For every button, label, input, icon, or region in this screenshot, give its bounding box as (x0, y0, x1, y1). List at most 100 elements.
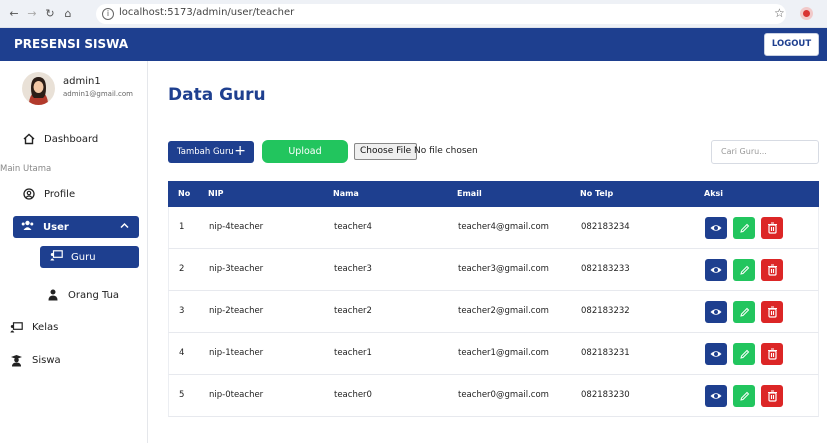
person-icon (46, 289, 59, 302)
trash-icon (767, 222, 777, 234)
view-button[interactable] (705, 301, 727, 323)
cell-email: teacher4@gmail.com (458, 222, 549, 232)
add-teacher-label: Tambah Guru (177, 147, 234, 157)
app-header: PRESENSI SISWA LOGOUT (0, 28, 827, 61)
sidebar-item-label: Profile (44, 188, 76, 200)
home-icon (22, 133, 35, 146)
pencil-icon (739, 265, 749, 275)
column-header-telp: No Telp (580, 189, 614, 198)
browser-toolbar: ← → ↻ ⌂ i localhost:5173/admin/user/teac… (0, 0, 827, 28)
brand-title: PRESENSI SISWA (14, 37, 129, 51)
cell-email: teacher0@gmail.com (458, 390, 549, 400)
view-button[interactable] (705, 343, 727, 365)
table-row: 4 nip-1teacher teacher1 teacher1@gmail.c… (168, 333, 819, 375)
section-label: Main Utama (0, 164, 52, 174)
choose-file-button[interactable]: Choose File (354, 143, 418, 160)
sidebar-item-label: Dashboard (44, 133, 99, 145)
delete-button[interactable] (761, 217, 783, 239)
column-header-email: Email (457, 189, 482, 198)
trash-icon (767, 264, 777, 276)
cell-nip: nip-0teacher (209, 390, 264, 400)
logout-button[interactable]: LOGOUT (764, 33, 819, 56)
user-circle-icon (22, 188, 35, 201)
pencil-icon (739, 307, 749, 317)
page-title: Data Guru (168, 85, 266, 105)
cell-nama: teacher4 (334, 222, 372, 232)
edit-button[interactable] (733, 301, 755, 323)
home-icon[interactable]: ⌂ (60, 6, 76, 22)
url-text[interactable]: localhost:5173/admin/user/teacher (119, 7, 294, 18)
eye-icon (710, 393, 722, 399)
table-header: No NIP Nama Email No Telp Aksi (168, 181, 819, 207)
back-icon[interactable]: ← (6, 6, 22, 22)
sidebar: admin1 admin1@gmail.com Dashboard Main U… (0, 61, 148, 443)
edit-button[interactable] (733, 217, 755, 239)
chevron-up-icon[interactable] (120, 221, 129, 233)
sidebar-item-label: Kelas (32, 321, 59, 333)
cell-telp: 082183230 (581, 390, 630, 400)
column-header-no: No (178, 189, 191, 198)
delete-button[interactable] (761, 385, 783, 407)
sidebar-item-profile[interactable]: Profile (22, 183, 75, 205)
table-body: 1 nip-4teacher teacher4 teacher4@gmail.c… (168, 207, 819, 417)
sidebar-item-orang-tua[interactable]: Orang Tua (46, 284, 119, 306)
sidebar-item-label: Orang Tua (68, 289, 120, 301)
upload-button[interactable]: Upload (262, 140, 348, 163)
pencil-icon (739, 349, 749, 359)
table-row: 1 nip-4teacher teacher4 teacher4@gmail.c… (168, 207, 819, 249)
cell-telp: 082183234 (581, 222, 630, 232)
column-header-nip: NIP (208, 189, 224, 198)
bookmark-star-icon[interactable]: ☆ (774, 6, 785, 20)
users-icon (21, 220, 34, 234)
sidebar-item-kelas[interactable]: Kelas (10, 316, 58, 338)
trash-icon (767, 348, 777, 360)
pencil-icon (739, 223, 749, 233)
cell-telp: 082183232 (581, 306, 630, 316)
table-row: 2 nip-3teacher teacher3 teacher3@gmail.c… (168, 249, 819, 291)
sidebar-item-dashboard[interactable]: Dashboard (22, 128, 98, 150)
cell-nip: nip-2teacher (209, 306, 264, 316)
add-teacher-button[interactable]: Tambah Guru + (168, 141, 254, 163)
edit-button[interactable] (733, 385, 755, 407)
reload-icon[interactable]: ↻ (42, 6, 58, 22)
cell-no: 4 (179, 348, 185, 358)
user-email: admin1@gmail.com (63, 90, 134, 98)
view-button[interactable] (705, 385, 727, 407)
address-bar[interactable]: i localhost:5173/admin/user/teacher (96, 4, 786, 24)
edit-button[interactable] (733, 343, 755, 365)
delete-button[interactable] (761, 301, 783, 323)
forward-icon[interactable]: → (24, 6, 40, 22)
delete-button[interactable] (761, 343, 783, 365)
search-input[interactable]: Cari Guru... (711, 140, 819, 164)
sidebar-item-label: Guru (71, 251, 96, 263)
cell-no: 3 (179, 306, 185, 316)
eye-icon (710, 351, 722, 357)
edit-button[interactable] (733, 259, 755, 281)
chalkboard-icon (50, 250, 63, 264)
cell-nama: teacher1 (334, 348, 372, 358)
cell-nama: teacher2 (334, 306, 372, 316)
sidebar-item-siswa[interactable]: Siswa (10, 349, 61, 371)
eye-icon (710, 225, 722, 231)
eye-icon (710, 309, 722, 315)
sidebar-item-label: User (43, 221, 69, 233)
cell-email: teacher2@gmail.com (458, 306, 549, 316)
view-button[interactable] (705, 217, 727, 239)
site-info-icon[interactable]: i (102, 8, 114, 20)
cell-nama: teacher0 (334, 390, 372, 400)
student-icon (10, 354, 23, 367)
extension-icon[interactable] (800, 7, 813, 20)
cell-no: 2 (179, 264, 185, 274)
chalkboard-icon (10, 321, 23, 334)
view-button[interactable] (705, 259, 727, 281)
delete-button[interactable] (761, 259, 783, 281)
table-row: 5 nip-0teacher teacher0 teacher0@gmail.c… (168, 375, 819, 417)
plus-icon: + (234, 143, 246, 159)
avatar (22, 72, 55, 105)
trash-icon (767, 306, 777, 318)
sidebar-item-user[interactable]: User (13, 216, 139, 238)
user-name: admin1 (63, 76, 101, 87)
sidebar-item-guru[interactable]: Guru (40, 246, 139, 268)
eye-icon (710, 267, 722, 273)
cell-no: 1 (179, 222, 185, 232)
